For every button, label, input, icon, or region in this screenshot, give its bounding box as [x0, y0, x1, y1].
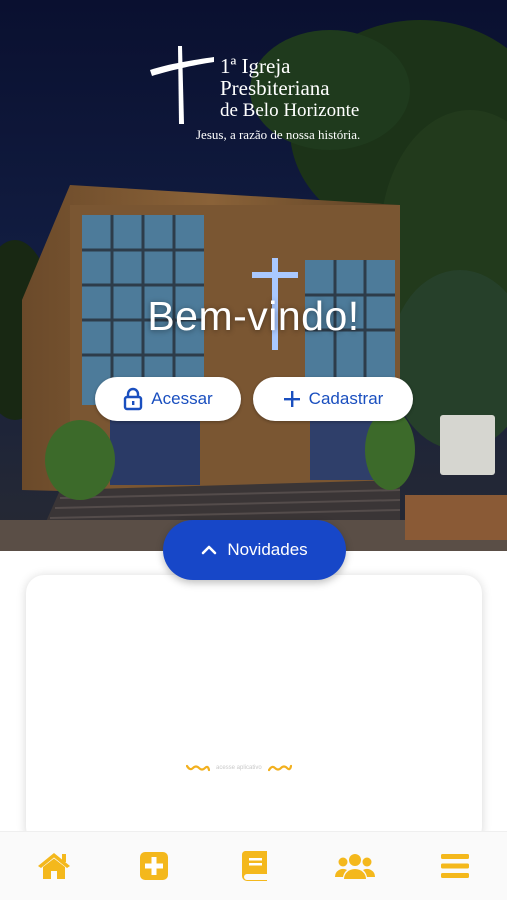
login-button[interactable]: Acessar [95, 377, 241, 421]
signup-label: Cadastrar [308, 389, 384, 408]
chevron-up-icon [202, 545, 217, 555]
book-icon [241, 851, 267, 881]
nav-add[interactable] [134, 846, 174, 886]
loader-wave-right-icon [267, 764, 292, 772]
news-toggle-label: Novidades [227, 540, 308, 559]
plus-icon [283, 391, 300, 407]
news-panel: acesse aplicativo [26, 575, 482, 845]
login-label: Acessar [151, 389, 213, 408]
loading-indicator: acesse aplicativo [186, 760, 326, 776]
hero-banner: 1ª Igreja Presbiteriana de Belo Horizont… [0, 0, 507, 551]
logo-line-3: de Belo Horizonte [220, 100, 360, 121]
menu-icon [441, 854, 469, 878]
tagline: Jesus, a razão de nossa história. [196, 127, 361, 142]
nav-home[interactable] [34, 846, 74, 886]
users-icon [334, 854, 375, 879]
cross-logo-icon [150, 46, 214, 124]
church-logo: 1ª Igreja Presbiteriana de Belo Horizont… [148, 44, 378, 144]
lock-icon [124, 387, 143, 411]
nav-bible[interactable] [235, 846, 275, 886]
loader-wave-left-icon [186, 764, 210, 772]
signup-button[interactable]: Cadastrar [253, 377, 413, 421]
plus-square-icon [140, 852, 169, 880]
nav-community[interactable] [334, 846, 375, 886]
bottom-navigation [0, 831, 507, 900]
loader-text: acesse aplicativo [216, 765, 262, 771]
logo-line-1: 1ª Igreja [220, 54, 291, 78]
welcome-heading: Bem-vindo! [147, 293, 360, 339]
logo-line-2: Presbiteriana [220, 76, 330, 100]
home-icon [38, 853, 70, 879]
news-toggle-button[interactable]: Novidades [163, 520, 346, 580]
nav-menu[interactable] [435, 846, 475, 886]
